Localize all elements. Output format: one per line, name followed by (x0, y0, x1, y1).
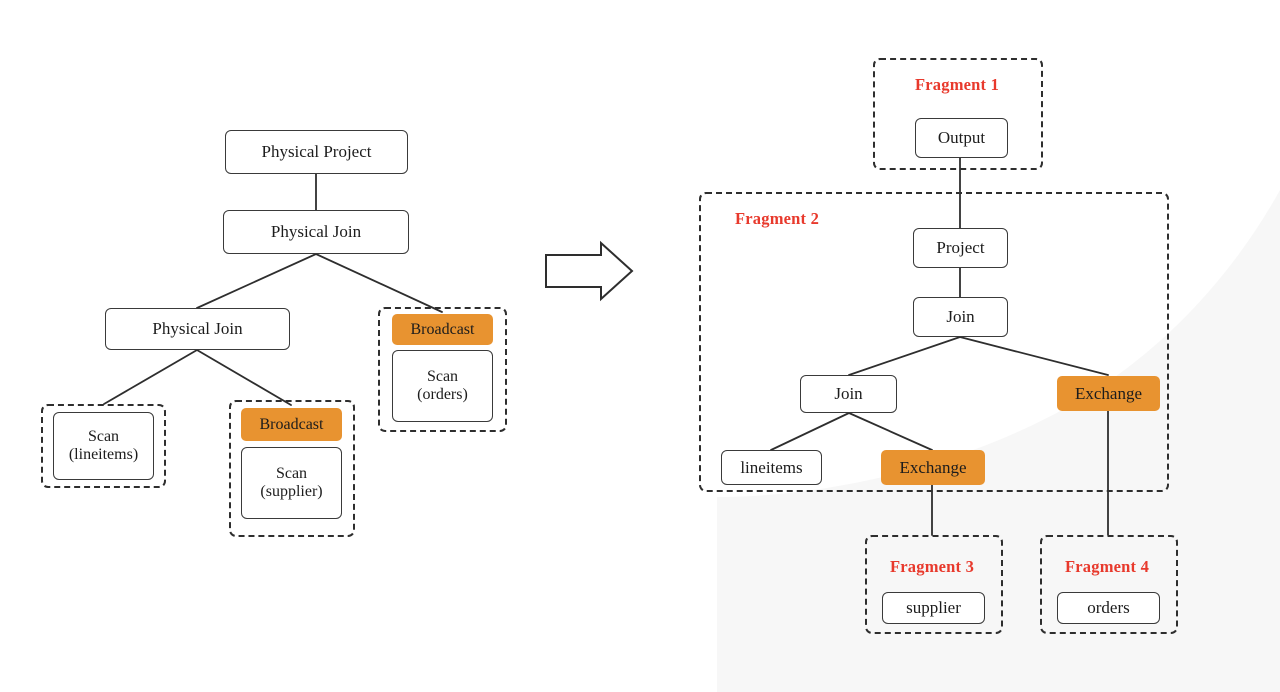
node-broadcast-supplier-label: Broadcast (259, 415, 324, 433)
node-lineitems-label: lineitems (740, 457, 803, 477)
fragment-4-label: Fragment 4 (1065, 557, 1150, 576)
fragment-2-label: Fragment 2 (735, 209, 820, 228)
node-project[interactable]: Project (913, 228, 1008, 268)
node-scan-lineitems-line2: (lineitems) (68, 446, 139, 463)
node-orders-label: orders (1087, 598, 1130, 618)
node-exchange-right-label: Exchange (1074, 383, 1143, 403)
fragment-3-label: Fragment 3 (890, 557, 975, 576)
node-scan-lineitems-line1: Scan (87, 428, 120, 446)
node-join-top-label: Join (946, 307, 975, 327)
node-exchange-lower[interactable]: Exchange (881, 450, 985, 485)
node-scan-orders-line1: Scan (426, 368, 459, 386)
node-scan-supplier-line1: Scan (275, 465, 308, 483)
node-supplier[interactable]: supplier (882, 592, 985, 624)
node-exchange-lower-label: Exchange (899, 457, 967, 477)
node-scan-orders[interactable]: Scan (orders) (392, 350, 493, 422)
node-output-label: Output (937, 128, 986, 148)
node-scan-lineitems[interactable]: Scan (lineitems) (53, 412, 154, 480)
fragment-1-label: Fragment 1 (915, 75, 1000, 94)
node-physical-join-mid[interactable]: Physical Join (105, 308, 290, 350)
node-join-inner[interactable]: Join (800, 375, 897, 413)
transform-arrow-shape (545, 240, 634, 302)
node-exchange-right[interactable]: Exchange (1057, 376, 1160, 411)
node-project-label: Project (936, 238, 985, 258)
node-scan-supplier[interactable]: Scan (supplier) (241, 447, 342, 519)
node-physical-project-label: Physical Project (261, 142, 372, 162)
node-broadcast-orders[interactable]: Broadcast (392, 314, 493, 345)
node-physical-join-top[interactable]: Physical Join (223, 210, 409, 254)
node-orders[interactable]: orders (1057, 592, 1160, 624)
node-join-top[interactable]: Join (913, 297, 1008, 337)
node-scan-supplier-line2: (supplier) (260, 483, 323, 500)
node-broadcast-supplier[interactable]: Broadcast (241, 408, 342, 441)
diagram-canvas: Physical Project Physical Join Physical … (0, 0, 1280, 692)
node-supplier-label: supplier (906, 598, 961, 618)
node-join-inner-label: Join (834, 384, 863, 404)
node-scan-orders-line2: (orders) (417, 386, 468, 403)
node-lineitems[interactable]: lineitems (721, 450, 822, 485)
node-physical-project[interactable]: Physical Project (225, 130, 408, 174)
node-physical-join-mid-label: Physical Join (152, 319, 243, 339)
node-physical-join-top-label: Physical Join (270, 222, 362, 242)
node-output[interactable]: Output (915, 118, 1008, 158)
node-broadcast-orders-label: Broadcast (410, 320, 475, 338)
